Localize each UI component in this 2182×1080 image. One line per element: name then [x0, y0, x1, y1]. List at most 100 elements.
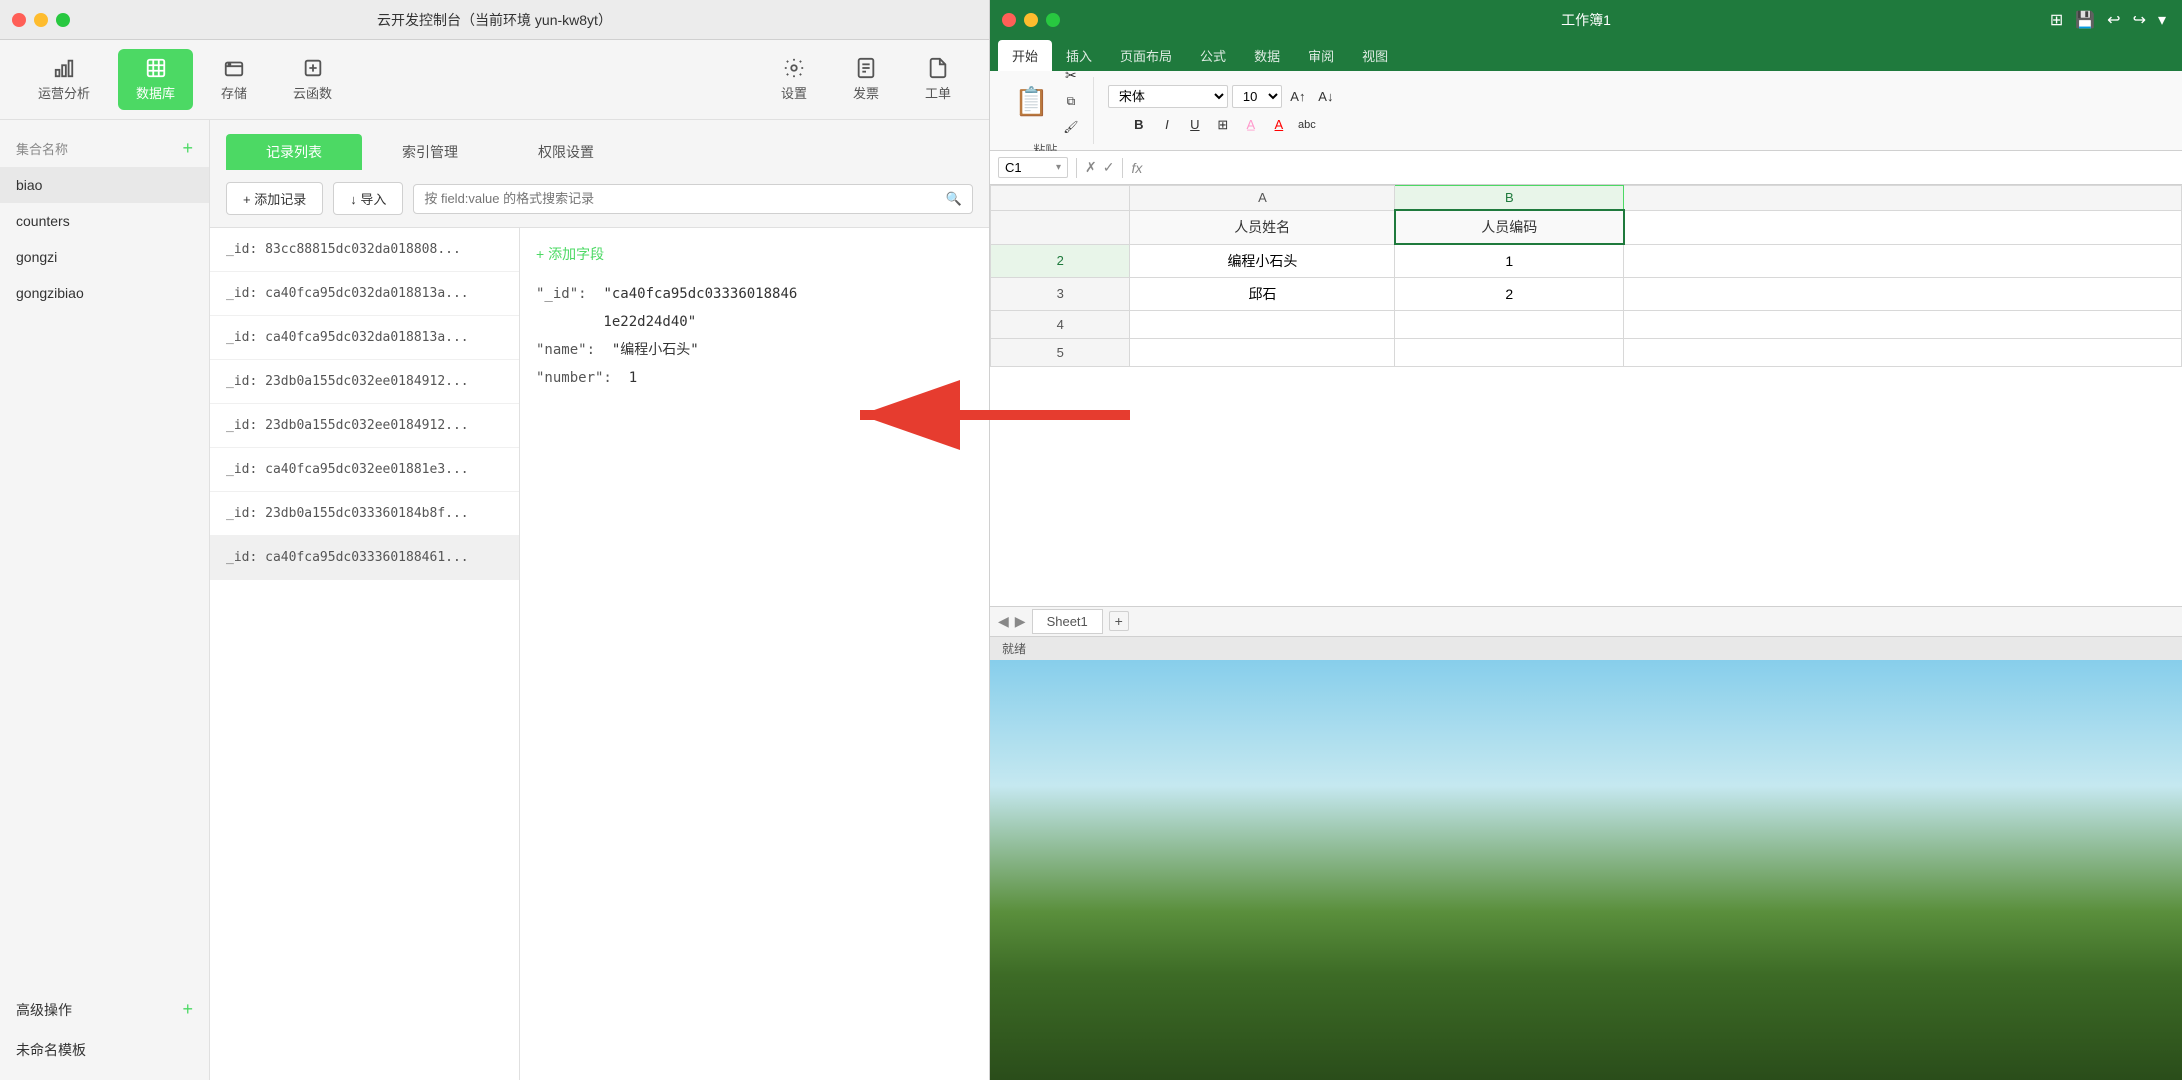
nav-item-workorder[interactable]: 工单: [907, 49, 969, 110]
close-button[interactable]: [12, 13, 26, 27]
list-item[interactable]: _id: 23db0a155dc032ee0184912...: [210, 360, 519, 404]
font-name-select[interactable]: 宋体: [1108, 85, 1228, 108]
ribbon-tab-review[interactable]: 审阅: [1294, 40, 1348, 71]
cell-a3[interactable]: 邱石: [1130, 277, 1395, 310]
copy-button[interactable]: ⧉: [1059, 89, 1083, 113]
sheet-nav-prev[interactable]: ◀: [998, 613, 1009, 630]
list-item[interactable]: _id: 23db0a155dc033360184b8f...: [210, 492, 519, 536]
format-painter-button[interactable]: 🖌: [1059, 115, 1083, 139]
unnamed-template-item[interactable]: 未命名模板: [0, 1030, 209, 1070]
cell-b5[interactable]: [1395, 338, 1624, 366]
search-icon: 🔍: [946, 191, 962, 207]
add-collection-button[interactable]: +: [182, 138, 193, 159]
tab-record-list[interactable]: 记录列表: [226, 134, 362, 170]
nav-workorder-label: 工单: [925, 83, 951, 102]
cell-c4[interactable]: [1624, 310, 2182, 338]
sidebar-item-gongzi-label: gongzi: [16, 249, 57, 265]
add-sheet-button[interactable]: +: [1109, 611, 1129, 631]
sidebar-section-header: 集合名称 +: [0, 130, 209, 167]
cell-c3[interactable]: [1624, 277, 2182, 310]
confirm-formula-icon[interactable]: ✓: [1103, 159, 1115, 176]
top-nav: 运营分析 数据库 存储 云函数: [0, 40, 989, 120]
fill-color-button[interactable]: A̲: [1239, 113, 1263, 137]
tab-index-manage[interactable]: 索引管理: [362, 134, 498, 170]
cell-b1[interactable]: 人员编码: [1395, 210, 1624, 244]
sheet-tab-sheet1[interactable]: Sheet1: [1032, 609, 1103, 634]
list-item[interactable]: _id: 83cc88815dc032da018808...: [210, 228, 519, 272]
list-item[interactable]: _id: ca40fca95dc032da018813a...: [210, 316, 519, 360]
formula-actions: ✗ ✓: [1085, 159, 1114, 176]
excel-ribbon-tabs: 开始 插入 页面布局 公式 数据 审阅 视图: [990, 40, 2182, 71]
decrease-font-button[interactable]: A↓: [1314, 85, 1338, 109]
sheet-nav-next[interactable]: ▶: [1015, 613, 1026, 630]
cell-ref-arrow: ▾: [1056, 162, 1061, 173]
cell-a1[interactable]: 人员姓名: [1130, 210, 1395, 244]
cell-b2[interactable]: 1: [1395, 244, 1624, 277]
column-header-row: A B: [991, 186, 2182, 211]
excel-maximize-button[interactable]: [1046, 13, 1060, 27]
cell-c5[interactable]: [1624, 338, 2182, 366]
excel-close-button[interactable]: [1002, 13, 1016, 27]
search-bar[interactable]: 🔍: [413, 184, 973, 214]
nav-item-cloudfunc[interactable]: 云函数: [275, 49, 350, 110]
add-record-button[interactable]: + 添加记录: [226, 182, 323, 215]
cell-c2[interactable]: [1624, 244, 2182, 277]
italic-button[interactable]: I: [1155, 113, 1179, 137]
font-size-select[interactable]: 10: [1232, 85, 1282, 108]
nav-analytics-label: 运营分析: [38, 83, 90, 102]
increase-font-button[interactable]: A↑: [1286, 85, 1310, 109]
ribbon-tab-formula[interactable]: 公式: [1186, 40, 1240, 71]
cell-reference[interactable]: C1 ▾: [998, 157, 1068, 178]
status-bar: 就绪: [990, 636, 2182, 660]
formula-divider2: [1122, 158, 1123, 178]
nav-item-invoice[interactable]: 发票: [835, 49, 897, 110]
sidebar-item-gongzibiao[interactable]: gongzibiao: [0, 275, 209, 311]
nav-item-settings[interactable]: 设置: [763, 49, 825, 110]
list-item[interactable]: _id: ca40fca95dc032da018813a...: [210, 272, 519, 316]
list-item[interactable]: _id: 23db0a155dc032ee0184912...: [210, 404, 519, 448]
excel-minimize-button[interactable]: [1024, 13, 1038, 27]
cell-c1[interactable]: [1624, 210, 2182, 244]
maximize-button[interactable]: [56, 13, 70, 27]
nav-item-database[interactable]: 数据库: [118, 49, 193, 110]
col-header-c: [1624, 186, 2182, 211]
table-row: 2 编程小石头 1: [991, 244, 2182, 277]
paste-button[interactable]: 📋: [1008, 81, 1055, 122]
cell-a2[interactable]: 编程小石头: [1130, 244, 1395, 277]
ribbon-tab-view[interactable]: 视图: [1348, 40, 1402, 71]
save-icon: 💾: [2075, 10, 2095, 30]
list-item-selected[interactable]: _id: ca40fca95dc033360188461...: [210, 536, 519, 580]
minimize-button[interactable]: [34, 13, 48, 27]
field-number: "number": 1: [536, 364, 973, 392]
abc-button[interactable]: abc: [1295, 113, 1319, 137]
cell-b4[interactable]: [1395, 310, 1624, 338]
underline-button[interactable]: U: [1183, 113, 1207, 137]
cell-a4[interactable]: [1130, 310, 1395, 338]
tab-permission[interactable]: 权限设置: [498, 134, 634, 170]
cell-b3[interactable]: 2: [1395, 277, 1624, 310]
advanced-ops-plus[interactable]: +: [182, 999, 193, 1020]
nav-item-storage[interactable]: 存储: [203, 49, 265, 110]
ribbon-tab-page-layout[interactable]: 页面布局: [1106, 40, 1186, 71]
cell-a5[interactable]: [1130, 338, 1395, 366]
border-button[interactable]: ⊞: [1211, 113, 1235, 137]
cancel-formula-icon[interactable]: ✗: [1085, 159, 1097, 176]
nav-cloudfunc-label: 云函数: [293, 83, 332, 102]
advanced-ops-item[interactable]: 高级操作 +: [0, 989, 209, 1030]
sidebar-item-gongzi[interactable]: gongzi: [0, 239, 209, 275]
add-field-button[interactable]: + 添加字段: [536, 244, 973, 264]
sidebar-item-counters[interactable]: counters: [0, 203, 209, 239]
search-input[interactable]: [424, 191, 945, 206]
records-body: _id: 83cc88815dc032da018808... _id: ca40…: [210, 228, 989, 1080]
bold-button[interactable]: B: [1127, 113, 1151, 137]
import-button[interactable]: ↓ 导入: [333, 182, 403, 215]
list-item[interactable]: _id: ca40fca95dc032ee01881e3...: [210, 448, 519, 492]
status-text: 就绪: [1002, 640, 1026, 657]
ribbon-tab-data[interactable]: 数据: [1240, 40, 1294, 71]
nav-item-analytics[interactable]: 运营分析: [20, 49, 108, 110]
nav-invoice-label: 发票: [853, 83, 879, 102]
field-name-key: "name":: [536, 342, 603, 358]
font-color-button[interactable]: A: [1267, 113, 1291, 137]
cut-button[interactable]: ✂: [1059, 63, 1083, 87]
sidebar-item-biao[interactable]: biao: [0, 167, 209, 203]
